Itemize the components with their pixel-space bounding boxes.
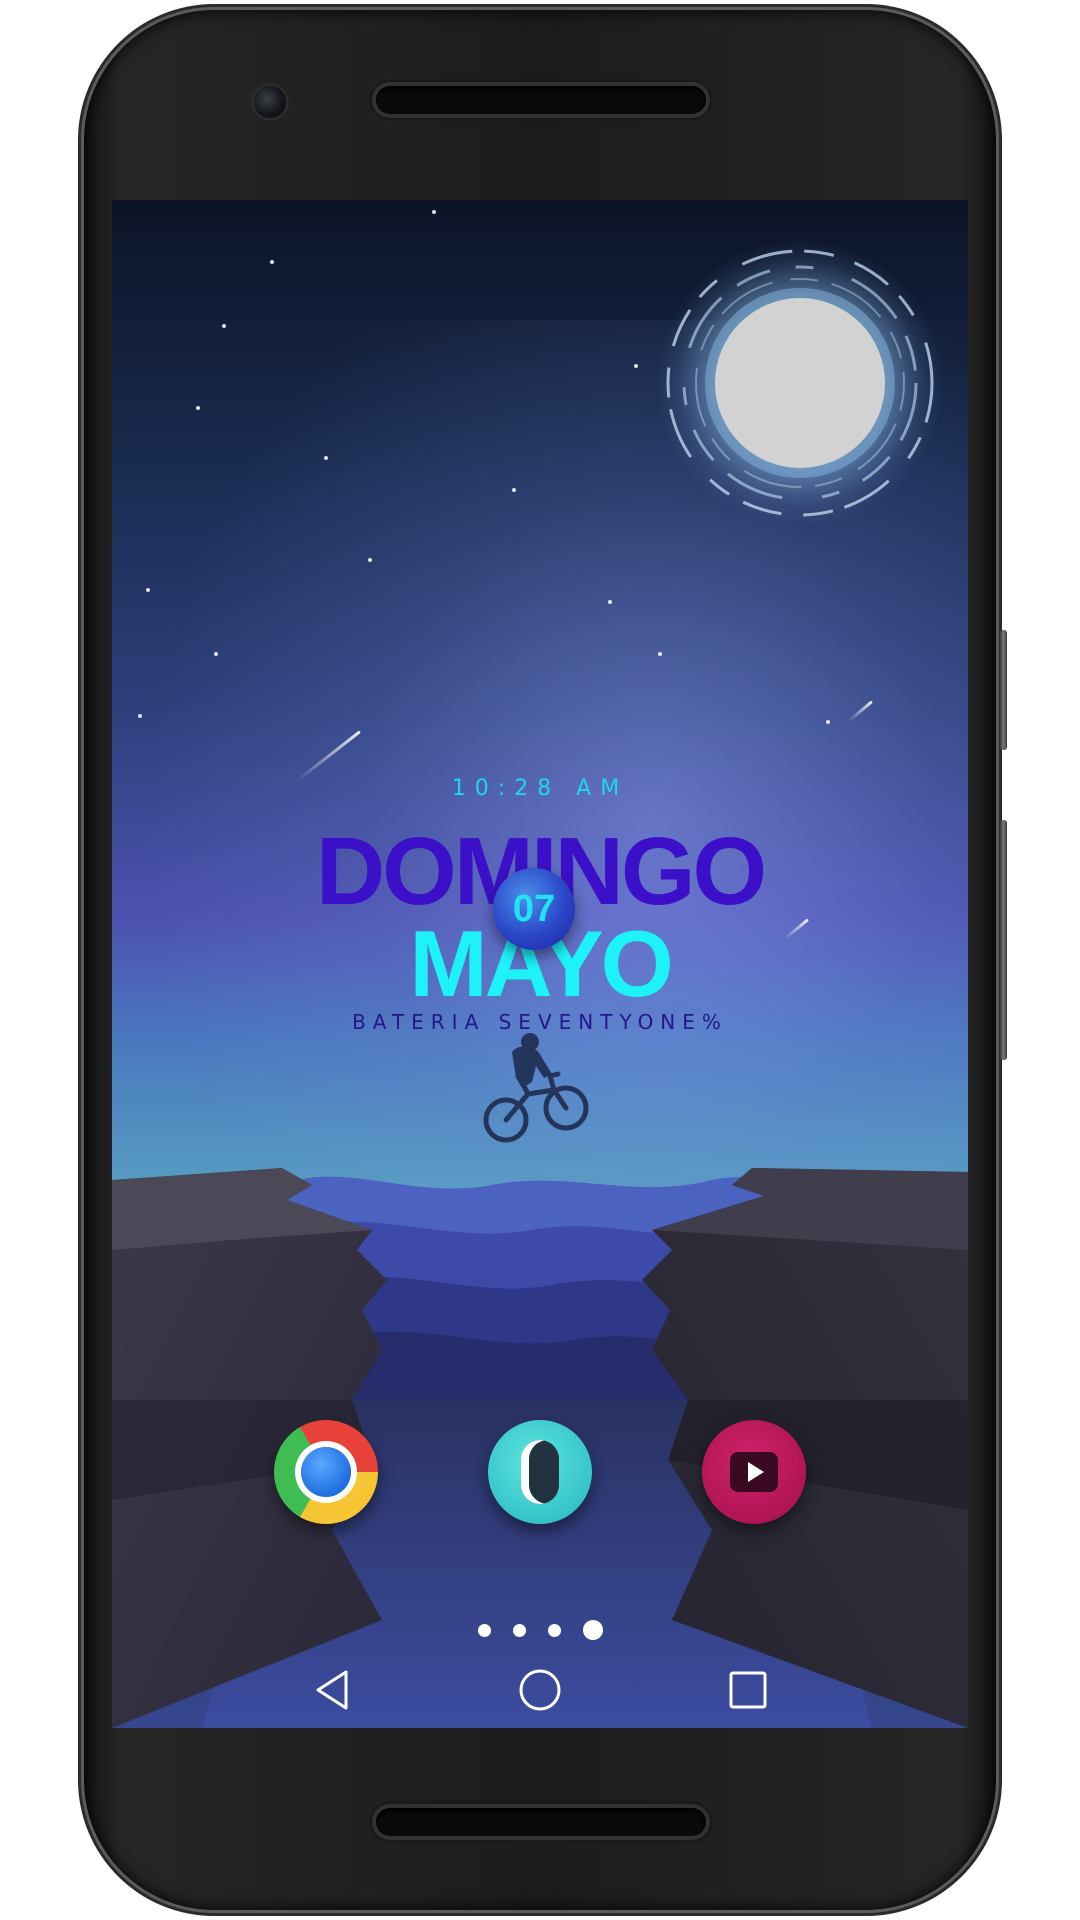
front-camera [254, 86, 286, 118]
device-frame: 10:28 AM DOMINGO MAYO 07 BATERIA SEVENTY… [0, 0, 1080, 1920]
battery-text: BATERIA SEVENTYONE% [352, 1010, 728, 1034]
home-icon[interactable] [514, 1664, 566, 1716]
recents-icon[interactable] [722, 1664, 774, 1716]
page-indicator [112, 1620, 968, 1640]
page-dot-1[interactable] [477, 1623, 491, 1637]
navigation-bar [112, 1648, 968, 1728]
play-icon [748, 1462, 764, 1482]
page-dot-3[interactable] [547, 1623, 561, 1637]
home-screen: 10:28 AM DOMINGO MAYO 07 BATERIA SEVENTY… [112, 200, 968, 1728]
page-dot-2[interactable] [512, 1623, 526, 1637]
chrome-icon[interactable] [274, 1420, 378, 1524]
clock-time: 10:28 AM [451, 776, 629, 801]
launcher-app-glyph [521, 1440, 559, 1504]
cyclist-silhouette [483, 1033, 589, 1143]
top-speaker [376, 86, 706, 114]
bottom-speaker [376, 1808, 706, 1836]
back-icon[interactable] [306, 1664, 358, 1716]
page-dot-4[interactable] [582, 1620, 603, 1640]
volume-button[interactable] [1000, 820, 1007, 1060]
chrome-icon-center [301, 1447, 351, 1497]
video-player-icon[interactable] [702, 1420, 806, 1524]
power-button[interactable] [1000, 630, 1007, 750]
date-badge: 07 [493, 868, 575, 950]
launcher-app-icon[interactable] [488, 1420, 592, 1524]
